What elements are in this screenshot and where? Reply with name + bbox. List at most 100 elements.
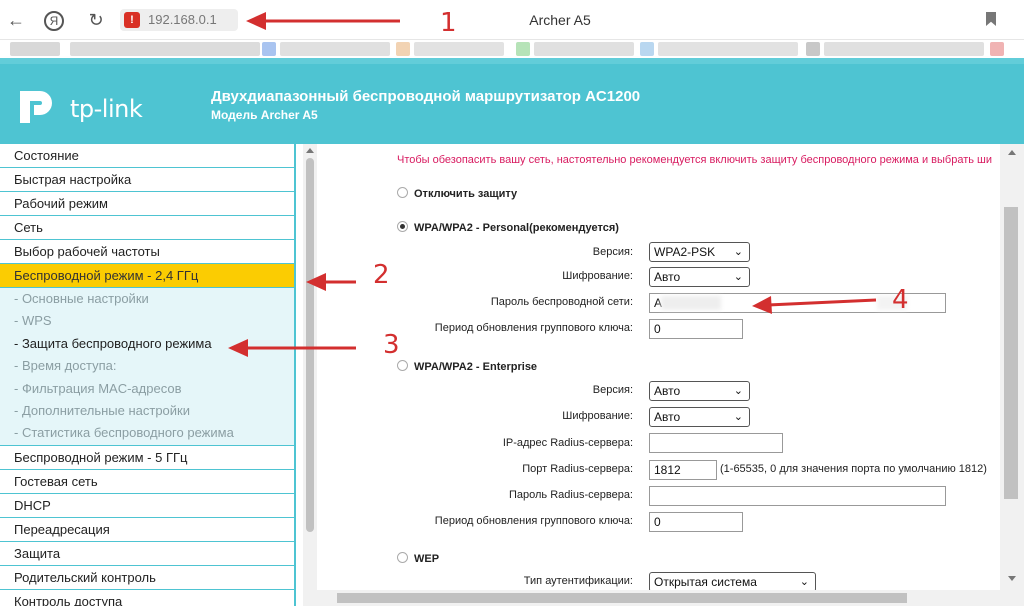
sidebar-item-forwarding[interactable]: Переадресация — [0, 517, 294, 542]
enterprise-period-label: Период обновления группового ключа: — [434, 515, 633, 527]
sidebar-item-band-select[interactable]: Выбор рабочей частоты — [0, 240, 294, 264]
radio-wep[interactable]: WEP — [397, 552, 439, 565]
logo-text: tp-link — [70, 95, 143, 123]
radio-disable-security[interactable]: Отключить защиту — [397, 187, 517, 200]
sidebar-item-operation-mode[interactable]: Рабочий режим — [0, 192, 294, 216]
warning-icon[interactable]: ! — [124, 12, 140, 28]
select-value: Авто — [654, 384, 681, 398]
enterprise-encryption-select[interactable]: Авто ⌄ — [649, 407, 750, 427]
input-value: 0 — [654, 515, 661, 529]
scroll-up-icon[interactable] — [1008, 150, 1016, 155]
radio-button-checked[interactable] — [397, 221, 408, 232]
bookmark-item[interactable] — [396, 42, 410, 56]
annotation-number-1: 1 — [440, 8, 457, 38]
radio-button[interactable] — [397, 360, 408, 371]
bookmark-item[interactable] — [280, 42, 390, 56]
bookmark-item[interactable] — [534, 42, 634, 56]
chevron-down-icon: ⌄ — [733, 271, 743, 283]
horizontal-scroll-thumb[interactable] — [337, 593, 907, 603]
scroll-down-icon[interactable] — [1008, 576, 1016, 581]
personal-encryption-select[interactable]: Авто ⌄ — [649, 267, 750, 287]
security-notice: Чтобы обезопасить вашу сеть, настоятельн… — [397, 154, 993, 166]
chevron-down-icon: ⌄ — [799, 576, 809, 588]
scroll-up-icon[interactable] — [306, 148, 314, 153]
select-value: Авто — [654, 410, 681, 424]
submenu-statistics[interactable]: - Статистика беспроводного режима — [0, 422, 294, 444]
radius-password-input[interactable] — [649, 486, 946, 506]
wireless-24-submenu: - Основные настройки - WPS - Защита бесп… — [0, 288, 294, 446]
bookmark-item[interactable] — [516, 42, 530, 56]
personal-password-label: Пароль беспроводной сети: — [490, 296, 633, 308]
input-value: 1812 — [654, 463, 681, 477]
radio-button[interactable] — [397, 552, 408, 563]
bookmark-icon[interactable] — [986, 12, 996, 26]
sidebar-item-status[interactable]: Состояние — [0, 144, 294, 168]
sidebar-menu: Состояние Быстрая настройка Рабочий режи… — [0, 144, 296, 606]
radio-button[interactable] — [397, 187, 408, 198]
enterprise-version-label: Версия: — [592, 384, 633, 396]
submenu-mac-filter[interactable]: - Фильтрация MAC-адресов — [0, 378, 294, 400]
bookmark-item[interactable] — [414, 42, 504, 56]
radius-port-hint: (1-65535, 0 для значения порта по умолча… — [720, 463, 987, 475]
bookmark-item[interactable] — [824, 42, 984, 56]
sidebar-scroll-thumb[interactable] — [306, 158, 314, 532]
radius-ip-input[interactable] — [649, 433, 783, 453]
reload-icon[interactable]: ↻ — [84, 8, 108, 32]
address-bar[interactable]: ! 192.168.0.1 — [120, 9, 238, 31]
radius-port-input[interactable]: 1812 — [649, 460, 717, 480]
sidebar-item-network[interactable]: Сеть — [0, 216, 294, 240]
wep-auth-select[interactable]: Открытая система ⌄ — [649, 572, 816, 590]
submenu-wireless-security[interactable]: - Защита беспроводного режима — [0, 333, 294, 355]
bookmark-item[interactable] — [640, 42, 654, 56]
sidebar-item-access-control[interactable]: Контроль доступа — [0, 589, 294, 606]
sidebar-item-security[interactable]: Защита — [0, 541, 294, 566]
enterprise-period-input[interactable]: 0 — [649, 512, 743, 532]
bookmark-item[interactable] — [990, 42, 1004, 56]
sidebar-scrollbar[interactable] — [303, 144, 317, 606]
select-value: Открытая система — [654, 575, 757, 589]
radio-wpa-personal[interactable]: WPA/WPA2 - Personal(рекомендуется) — [397, 221, 619, 234]
sidebar-item-dhcp[interactable]: DHCP — [0, 493, 294, 518]
sidebar-item-wireless-5[interactable]: Беспроводной режим - 5 ГГц — [0, 445, 294, 470]
bookmark-item[interactable] — [806, 42, 820, 56]
personal-period-input[interactable]: 0 — [649, 319, 743, 339]
sidebar-item-quick-setup[interactable]: Быстрая настройка — [0, 168, 294, 192]
bookmark-item[interactable] — [262, 42, 276, 56]
yandex-icon[interactable]: Я — [42, 8, 66, 32]
bookmark-item[interactable] — [658, 42, 798, 56]
content-vertical-scrollbar[interactable] — [1000, 144, 1024, 590]
enterprise-version-select[interactable]: Авто ⌄ — [649, 381, 750, 401]
content-scroll-thumb[interactable] — [1004, 207, 1018, 499]
radius-password-label: Пароль Radius-сервера: — [509, 489, 633, 501]
select-value: WPA2-PSK — [654, 245, 716, 259]
sidebar-item-guest-network[interactable]: Гостевая сеть — [0, 469, 294, 494]
wireless-security-panel: Чтобы обезопасить вашу сеть, настоятельн… — [317, 144, 1000, 590]
sidebar-item-wireless-24[interactable]: Беспроводной режим - 2,4 ГГц — [0, 264, 294, 288]
annotation-number-4: 4 — [892, 285, 909, 315]
annotation-number-2: 2 — [373, 260, 390, 290]
bookmark-item[interactable] — [10, 42, 60, 56]
input-value: 0 — [654, 322, 661, 336]
personal-version-label: Версия: — [592, 246, 633, 258]
submenu-advanced[interactable]: - Дополнительные настройки — [0, 400, 294, 422]
password-blur — [661, 296, 721, 310]
content-horizontal-scrollbar[interactable] — [317, 590, 1024, 606]
bookmarks-bar — [0, 40, 1024, 58]
personal-encryption-label: Шифрование: — [562, 270, 633, 282]
submenu-basic-settings[interactable]: - Основные настройки — [0, 288, 294, 310]
radio-wpa-enterprise[interactable]: WPA/WPA2 - Enterprise — [397, 360, 537, 373]
select-value: Авто — [654, 270, 681, 284]
radio-label: WPA/WPA2 - Personal(рекомендуется) — [414, 222, 619, 234]
bookmark-item[interactable] — [70, 42, 260, 56]
sidebar-item-parental-control[interactable]: Родительский контроль — [0, 565, 294, 590]
chevron-down-icon: ⌄ — [733, 246, 743, 258]
submenu-wps[interactable]: - WPS — [0, 310, 294, 332]
radio-label: WPA/WPA2 - Enterprise — [414, 361, 538, 373]
enterprise-encryption-label: Шифрование: — [562, 410, 633, 422]
page-title: Двухдиапазонный беспроводной маршрутизат… — [211, 88, 641, 105]
annotation-number-3: 3 — [383, 330, 400, 360]
submenu-access-time[interactable]: - Время доступа: — [0, 355, 294, 377]
personal-version-select[interactable]: WPA2-PSK ⌄ — [649, 242, 750, 262]
back-icon[interactable]: ← — [4, 8, 28, 32]
tp-link-logo-icon — [20, 91, 52, 123]
